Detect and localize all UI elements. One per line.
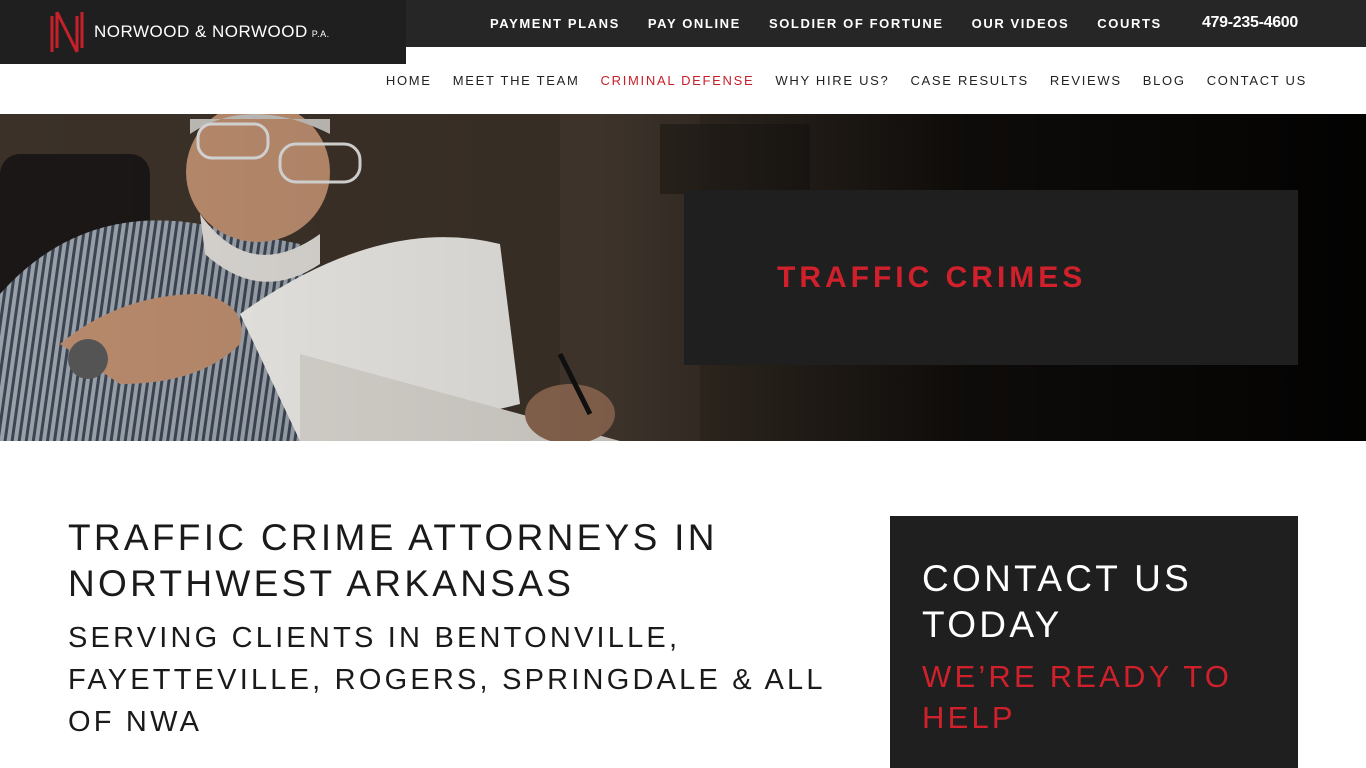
hero-banner: TRAFFIC CRIMES xyxy=(0,114,1366,441)
main-content: TRAFFIC CRIME ATTORNEYS IN NORTHWEST ARK… xyxy=(68,515,828,743)
nav-contact-us[interactable]: CONTACT US xyxy=(1207,73,1307,88)
nav-why-hire-us[interactable]: WHY HIRE US? xyxy=(775,73,889,88)
util-link-pay-online[interactable]: PAY ONLINE xyxy=(648,16,741,31)
page-subheading: SERVING CLIENTS IN BENTONVILLE, FAYETTEV… xyxy=(68,622,825,738)
sidebar-subtitle: WE’RE READY TO HELP xyxy=(922,659,1233,735)
logo-wordmark: NORWOOD & NORWOOD P.A. xyxy=(94,22,330,41)
nav-reviews[interactable]: REVIEWS xyxy=(1050,73,1122,88)
utility-nav: PAYMENT PLANS PAY ONLINE SOLDIER OF FORT… xyxy=(476,0,1176,47)
page-heading: TRAFFIC CRIME ATTORNEYS IN NORTHWEST ARK… xyxy=(68,517,718,604)
nav-blog[interactable]: BLOG xyxy=(1143,73,1186,88)
nav-home[interactable]: HOME xyxy=(386,73,432,88)
nav-criminal-defense[interactable]: CRIMINAL DEFENSE xyxy=(601,73,755,88)
sidebar-title: CONTACT US TODAY xyxy=(922,558,1193,645)
site-logo[interactable]: NORWOOD & NORWOOD P.A. xyxy=(0,0,406,64)
hero-title-panel: TRAFFIC CRIMES xyxy=(684,190,1298,365)
nav-meet-the-team[interactable]: MEET THE TEAM xyxy=(453,73,580,88)
logo-n-icon xyxy=(50,11,84,53)
hero-title: TRAFFIC CRIMES xyxy=(777,260,1087,294)
contact-sidebar: CONTACT US TODAY WE’RE READY TO HELP xyxy=(890,516,1298,768)
util-link-our-videos[interactable]: OUR VIDEOS xyxy=(972,16,1070,31)
util-link-payment-plans[interactable]: PAYMENT PLANS xyxy=(490,16,620,31)
util-link-soldier-of-fortune[interactable]: SOLDIER OF FORTUNE xyxy=(769,16,944,31)
util-link-courts[interactable]: COURTS xyxy=(1097,16,1162,31)
nav-case-results[interactable]: CASE RESULTS xyxy=(910,73,1028,88)
phone-number-link[interactable]: 479-235-4600 xyxy=(1202,14,1298,32)
